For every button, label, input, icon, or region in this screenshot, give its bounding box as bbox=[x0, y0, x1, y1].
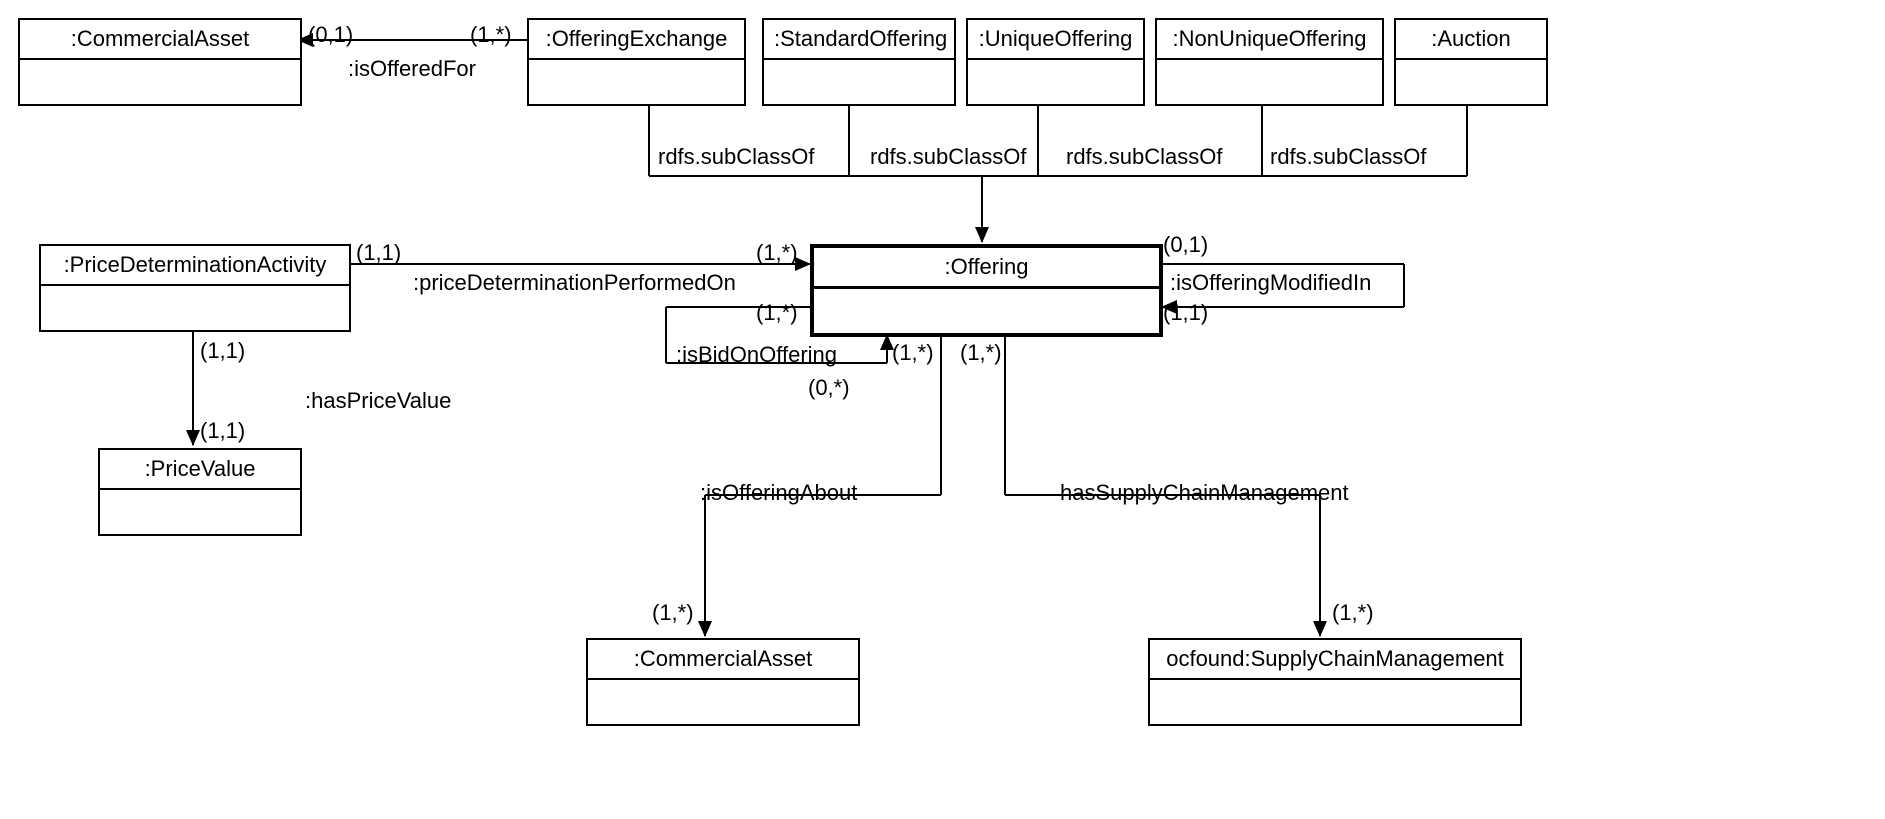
class-unique-offering: :UniqueOffering bbox=[966, 18, 1145, 106]
label-subclass-4: rdfs.subClassOf bbox=[1270, 144, 1427, 170]
class-supply-chain-management: ocfound:SupplyChainManagement bbox=[1148, 638, 1522, 726]
class-title: :PriceValue bbox=[100, 450, 300, 490]
class-standard-offering: :StandardOffering bbox=[762, 18, 956, 106]
label-isOfferingModifiedIn: :isOfferingModifiedIn bbox=[1170, 270, 1371, 296]
card: (1,*) bbox=[756, 240, 798, 266]
label-subclass-1: rdfs.subClassOf bbox=[658, 144, 815, 170]
label-isOfferedFor: :isOfferedFor bbox=[348, 56, 476, 82]
class-title: :OfferingExchange bbox=[529, 20, 744, 60]
label-subclass-2: rdfs.subClassOf bbox=[870, 144, 1027, 170]
card: (0,1) bbox=[308, 22, 353, 48]
class-offering-exchange: :OfferingExchange bbox=[527, 18, 746, 106]
card: (1,*) bbox=[892, 340, 934, 366]
card: (1,*) bbox=[652, 600, 694, 626]
label-hasPriceValue: :hasPriceValue bbox=[305, 388, 451, 414]
class-title: :CommercialAsset bbox=[20, 20, 300, 60]
card: (1,1) bbox=[1163, 300, 1208, 326]
class-commercial-asset-2: :CommercialAsset bbox=[586, 638, 860, 726]
label-subclass-3: rdfs.subClassOf bbox=[1066, 144, 1223, 170]
edges-layer bbox=[0, 0, 1885, 819]
ontology-diagram: :CommercialAsset :OfferingExchange :Stan… bbox=[0, 0, 1885, 819]
card: (1,1) bbox=[200, 418, 245, 444]
class-title: :UniqueOffering bbox=[968, 20, 1143, 60]
card: (1,*) bbox=[1332, 600, 1374, 626]
card: (1,1) bbox=[356, 240, 401, 266]
class-title: :Offering bbox=[814, 248, 1159, 289]
card: (1,1) bbox=[200, 338, 245, 364]
class-title: :Auction bbox=[1396, 20, 1546, 60]
label-isOfferingAbout: :isOfferingAbout bbox=[700, 480, 857, 506]
class-title: ocfound:SupplyChainManagement bbox=[1150, 640, 1520, 680]
class-title: :CommercialAsset bbox=[588, 640, 858, 680]
class-title: :StandardOffering bbox=[764, 20, 954, 60]
card: (0,*) bbox=[808, 375, 850, 401]
card: (1,*) bbox=[756, 300, 798, 326]
label-priceDetOn: :priceDeterminationPerformedOn bbox=[413, 270, 736, 296]
class-price-value: :PriceValue bbox=[98, 448, 302, 536]
label-isBidOnOffering: :isBidOnOffering bbox=[676, 342, 837, 368]
class-price-determination-activity: :PriceDeterminationActivity bbox=[39, 244, 351, 332]
card: (1,*) bbox=[960, 340, 1002, 366]
class-title: :PriceDeterminationActivity bbox=[41, 246, 349, 286]
card: (1,*) bbox=[470, 22, 512, 48]
class-commercial-asset-1: :CommercialAsset bbox=[18, 18, 302, 106]
class-title: :NonUniqueOffering bbox=[1157, 20, 1382, 60]
card: (0,1) bbox=[1163, 232, 1208, 258]
class-non-unique-offering: :NonUniqueOffering bbox=[1155, 18, 1384, 106]
class-auction: :Auction bbox=[1394, 18, 1548, 106]
label-hasSupplyChainManagement: hasSupplyChainManagement bbox=[1060, 480, 1349, 506]
class-offering: :Offering bbox=[810, 244, 1163, 337]
